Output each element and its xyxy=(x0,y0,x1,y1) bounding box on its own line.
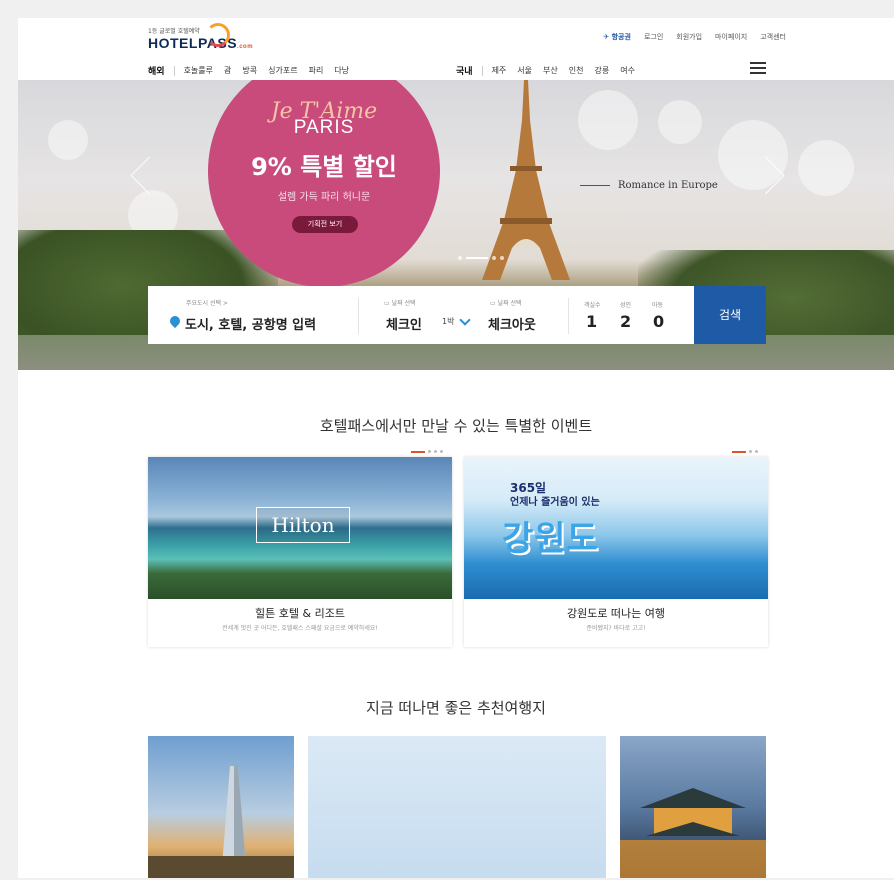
pager-dot[interactable] xyxy=(749,450,752,453)
event-card-subtitle: 전세계 멋진 곳 어디든, 호텔패스 스페셜 요금으로 예약하세요! xyxy=(222,625,378,632)
prev-slide-arrow-icon[interactable] xyxy=(130,156,169,195)
gangwon-travel-image: 365일 언제나 즐거움이 있는 강원도 xyxy=(464,457,768,599)
customer-center-link[interactable]: 고객센터 xyxy=(760,32,786,42)
nav-item-seoul[interactable]: 서울 xyxy=(517,65,532,76)
bokeh-light xyxy=(658,100,702,144)
slide-pager xyxy=(458,256,504,260)
events-pager-left xyxy=(411,450,443,453)
children-label: 아동 xyxy=(652,302,664,309)
bokeh-light xyxy=(578,90,638,150)
hotelpass-logo[interactable]: 1등 글로벌 호텔예약 HOTELPASS.com xyxy=(148,23,254,51)
checkout-field[interactable]: 체크아웃 xyxy=(488,314,536,333)
pager-active-bar[interactable] xyxy=(732,450,746,453)
divider xyxy=(358,298,359,334)
logo-wordmark: HOTELPASS.com xyxy=(148,35,254,51)
pager-dot[interactable] xyxy=(428,450,431,453)
nav-item-bangkok[interactable]: 방콕 xyxy=(242,65,257,76)
palace-pavilion-illustration xyxy=(620,788,766,878)
checkin-field[interactable]: 체크인 xyxy=(386,314,422,333)
overseas-nav: 해외 호놀룰루 괌 방콕 싱가포르 파리 다낭 xyxy=(148,64,360,77)
event-card-gangwon[interactable]: 365일 언제나 즐거움이 있는 강원도 강원도로 떠나는 여행 준비됐지? 바… xyxy=(464,457,768,647)
adults-count[interactable]: 2 xyxy=(620,312,631,331)
city-select-label[interactable]: 주요도시 선택 > xyxy=(186,298,228,307)
mypage-link[interactable]: 마이페이지 xyxy=(715,32,747,42)
page: 1등 글로벌 호텔예약 HOTELPASS.com ✈ 항공권 로그인 회원가입… xyxy=(18,18,894,878)
nav-item-busan[interactable]: 부산 xyxy=(543,65,558,76)
city-search-input[interactable]: 도시, 호텔, 공항명 입력 xyxy=(185,314,316,333)
nav-item-guam[interactable]: 괌 xyxy=(224,65,231,76)
nav-divider xyxy=(481,65,483,76)
gangwon-sub-text: 언제나 즐거움이 있는 xyxy=(510,497,600,508)
nav-item-paris[interactable]: 파리 xyxy=(309,65,324,76)
pager-dot[interactable] xyxy=(755,450,758,453)
pager-active-bar[interactable] xyxy=(411,450,425,453)
nav-domestic-label[interactable]: 국내 xyxy=(456,64,473,77)
domestic-nav: 국내 제주 서울 부산 인천 강릉 여수 xyxy=(456,64,646,77)
flights-link[interactable]: ✈ 항공권 xyxy=(603,32,631,42)
checkout-date-label: ▭ 날짜 선택 xyxy=(490,300,522,307)
divider xyxy=(568,298,569,334)
events-pager-right xyxy=(732,450,758,453)
children-count[interactable]: 0 xyxy=(653,312,664,331)
event-card-subtitle: 준비됐지? 바다로 고고! xyxy=(586,625,646,632)
pager-dot[interactable] xyxy=(440,450,443,453)
hilton-resort-image: Hilton xyxy=(148,457,452,599)
promo-subtitle: 설렘 가득 파리 허니문 xyxy=(277,192,371,203)
chevron-down-icon[interactable] xyxy=(459,314,471,326)
pager-dot[interactable] xyxy=(500,256,504,260)
pager-dot[interactable] xyxy=(458,256,462,260)
pager-dot[interactable] xyxy=(492,256,496,260)
rooms-label: 객실수 xyxy=(584,302,601,309)
nav-overseas-label[interactable]: 해외 xyxy=(148,64,165,77)
adults-label: 성인 xyxy=(620,302,632,309)
site-header: 1등 글로벌 호텔예약 HOTELPASS.com ✈ 항공권 로그인 회원가입… xyxy=(18,18,894,80)
destination-card-seoul[interactable] xyxy=(148,736,294,878)
nav-divider xyxy=(173,65,175,76)
signup-link[interactable]: 회원가입 xyxy=(676,32,702,42)
pager-active-bar[interactable] xyxy=(466,257,488,259)
bokeh-light xyxy=(48,120,88,160)
utility-links: ✈ 항공권 로그인 회원가입 마이페이지 고객센터 xyxy=(603,32,786,42)
pager-dot[interactable] xyxy=(434,450,437,453)
destinations-section-title: 지금 떠나면 좋은 추천여행지 xyxy=(366,699,546,717)
nav-item-incheon[interactable]: 인천 xyxy=(569,65,584,76)
logo-tagline: 1등 글로벌 호텔예약 xyxy=(148,28,200,35)
login-link[interactable]: 로그인 xyxy=(644,32,663,42)
promo-city: PARIS xyxy=(293,117,355,138)
gangwon-big-text: 강원도 xyxy=(502,519,599,559)
eiffel-tower-illustration xyxy=(482,80,570,280)
nav-item-honolulu[interactable]: 호놀룰루 xyxy=(184,65,213,76)
hilton-logo: Hilton xyxy=(256,507,350,543)
search-button[interactable]: 검색 xyxy=(694,286,766,344)
rooms-count[interactable]: 1 xyxy=(586,312,597,331)
nights-select[interactable]: 1박 xyxy=(442,316,454,327)
event-card-hilton[interactable]: Hilton 힐튼 호텔 & 리조트 전세계 멋진 곳 어디든, 호텔패스 스페… xyxy=(148,457,452,647)
lotte-tower-illustration xyxy=(148,766,294,878)
promo-headline: 9% 특별 할인 xyxy=(251,153,397,181)
checkin-date-label: ▭ 날짜 선택 xyxy=(384,300,416,307)
event-card-title: 강원도로 떠나는 여행 xyxy=(566,607,666,620)
nav-item-jeju[interactable]: 제주 xyxy=(492,65,507,76)
location-pin-icon xyxy=(167,313,183,329)
nav-item-gangneung[interactable]: 강릉 xyxy=(595,65,610,76)
logo-swirl-icon xyxy=(206,23,230,47)
event-card-title: 힐튼 호텔 & 리조트 xyxy=(255,607,345,620)
destination-card-gyeongju[interactable] xyxy=(620,736,766,878)
bokeh-light xyxy=(798,140,854,196)
hero-tagline: Romance in Europe xyxy=(580,180,718,191)
nav-item-danang[interactable]: 다낭 xyxy=(334,65,349,76)
events-section-title: 호텔패스에서만 만날 수 있는 특별한 이벤트 xyxy=(319,417,593,435)
hotel-search-box: 주요도시 선택 > 도시, 호텔, 공항명 입력 ▭ 날짜 선택 체크인 1박 … xyxy=(148,286,694,344)
destination-card-featured[interactable] xyxy=(308,736,606,878)
promo-cta-button[interactable]: 기획전 보기 xyxy=(292,216,358,233)
nav-item-singapore[interactable]: 싱가포르 xyxy=(268,65,297,76)
menu-icon[interactable] xyxy=(750,62,766,74)
nav-item-yeosu[interactable]: 여수 xyxy=(620,65,635,76)
